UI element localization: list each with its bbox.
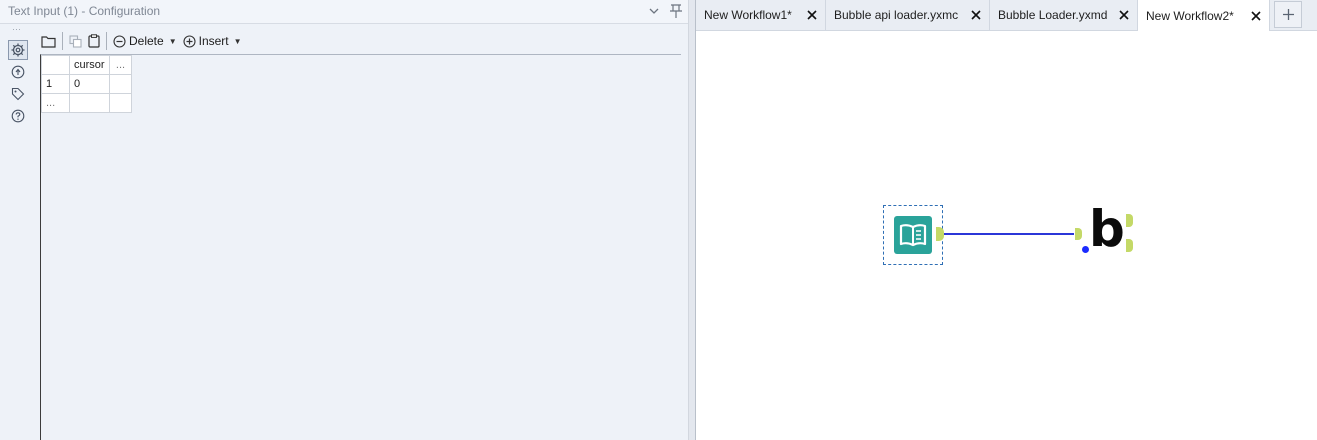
folder-icon[interactable] [38,31,59,51]
output-anchor[interactable] [1126,239,1133,252]
column-header[interactable]: cursor [69,55,110,75]
tab-bubble-api-loader[interactable]: Bubble api loader.yxmc [826,0,990,30]
grid-header-row: cursor ... [41,55,132,75]
configuration-title: Text Input (1) - Configuration [8,4,161,18]
tab-new-workflow1[interactable]: New Workflow1* [696,0,826,30]
row-number[interactable]: 1 [41,74,70,94]
grid-cell[interactable]: 0 [69,74,110,94]
settings-gear-icon[interactable] [8,40,28,60]
toolbar-divider [106,32,107,50]
dropdown-caret-icon: ▼ [233,36,242,46]
new-tab-button[interactable] [1274,1,1302,28]
text-input-grid: cursor ... 1 0 ... [41,55,132,113]
tab-label: New Workflow2* [1146,8,1234,23]
panel-splitter[interactable] [688,0,696,440]
navigate-icon[interactable] [8,62,28,82]
grid-cell[interactable] [109,93,132,113]
minus-circle-icon [113,34,126,48]
table-row: 1 0 [41,74,132,94]
add-row-button[interactable]: ... [41,93,70,113]
close-icon[interactable] [1249,9,1263,23]
toolbar-divider [62,32,63,50]
connection-line[interactable] [944,233,1074,235]
text-input-tool[interactable] [883,205,943,265]
workflow-canvas[interactable]: b [696,31,1317,440]
configuration-panel: Text Input (1) - Configuration ··· Delet… [0,0,688,440]
plus-icon [1282,9,1294,20]
add-column-header[interactable]: ... [109,55,132,75]
output-anchor[interactable] [1126,214,1133,227]
close-icon[interactable] [969,8,983,22]
side-rail: ··· [0,24,34,440]
add-row: ... [41,93,132,113]
input-anchor[interactable] [1075,228,1082,240]
dropdown-caret-icon: ▼ [168,36,177,46]
chevron-down-icon[interactable] [646,2,662,20]
tab-bubble-loader[interactable]: Bubble Loader.yxmd [990,0,1138,30]
delete-button[interactable]: Delete ▼ [110,31,180,51]
bubble-tool[interactable]: b [1082,201,1128,257]
tab-label: Bubble Loader.yxmd [998,8,1108,22]
pin-icon[interactable] [668,2,684,20]
insert-button[interactable]: Insert ▼ [180,31,245,51]
delete-label: Delete [129,34,164,48]
bubble-dot-icon [1082,246,1089,253]
help-icon[interactable] [8,106,28,126]
insert-label: Insert [198,34,229,48]
close-icon[interactable] [1117,8,1131,22]
output-anchor[interactable] [936,227,944,241]
grid-toolbar: Delete ▼ Insert ▼ [38,30,680,52]
plus-circle-icon [183,34,196,48]
grid-corner-cell [41,55,70,75]
copy-icon[interactable] [66,31,85,51]
tab-label: New Workflow1* [704,8,792,22]
clipboard-icon[interactable] [85,31,103,51]
workflow-tabbar: New Workflow1* Bubble api loader.yxmc Bu… [696,0,1317,31]
grip-icon: ··· [12,24,21,34]
tag-icon[interactable] [8,84,28,104]
close-icon[interactable] [805,8,819,22]
grid-cell[interactable] [69,93,110,113]
bubble-logo-icon: b [1089,200,1125,258]
tab-label: Bubble api loader.yxmc [834,8,959,22]
grid-cell[interactable] [109,74,132,94]
text-input-grid-area: cursor ... 1 0 ... [40,54,681,440]
tab-new-workflow2[interactable]: New Workflow2* [1138,0,1270,31]
configuration-header: Text Input (1) - Configuration [0,0,688,24]
book-icon [894,216,932,254]
